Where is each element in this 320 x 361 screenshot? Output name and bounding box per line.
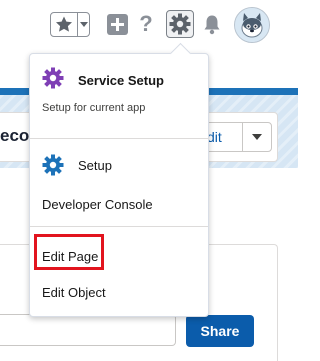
record-actions-menu-button[interactable] xyxy=(242,122,272,152)
setup-gear-button[interactable] xyxy=(166,10,194,38)
setup-label[interactable]: Setup xyxy=(78,158,112,173)
star-icon xyxy=(56,16,72,32)
menu-divider xyxy=(30,226,208,227)
help-icon[interactable]: ? xyxy=(138,11,154,37)
avatar[interactable] xyxy=(234,7,270,43)
share-button[interactable]: Share xyxy=(186,315,254,347)
menu-item-service-setup[interactable]: Service Setup Setup for current app xyxy=(30,54,208,138)
menu-item-developer-console[interactable]: Developer Console xyxy=(42,197,153,212)
setup-gear-icon xyxy=(42,154,64,176)
feed-post-input[interactable] xyxy=(0,314,176,346)
menu-item-edit-object[interactable]: Edit Object xyxy=(42,285,106,300)
setup-menu: Service Setup Setup for current app Setu… xyxy=(29,53,209,317)
global-actions-button[interactable] xyxy=(107,14,128,35)
favorites-menu-button[interactable] xyxy=(78,13,90,36)
notifications-button[interactable] xyxy=(203,14,221,35)
bell-icon xyxy=(204,15,220,35)
favorites-button-group xyxy=(50,12,90,37)
global-header: ? xyxy=(0,0,298,50)
favorites-button[interactable] xyxy=(51,13,77,36)
user-avatar-icon xyxy=(235,8,269,42)
menu-item-edit-page[interactable]: Edit Page xyxy=(42,249,98,264)
caret-down-icon xyxy=(80,22,88,27)
service-setup-sublabel: Setup for current app xyxy=(42,102,146,114)
service-setup-gear-icon xyxy=(42,67,64,89)
service-setup-label: Service Setup xyxy=(78,73,164,88)
gear-icon xyxy=(169,13,191,35)
chevron-down-icon xyxy=(252,134,262,140)
